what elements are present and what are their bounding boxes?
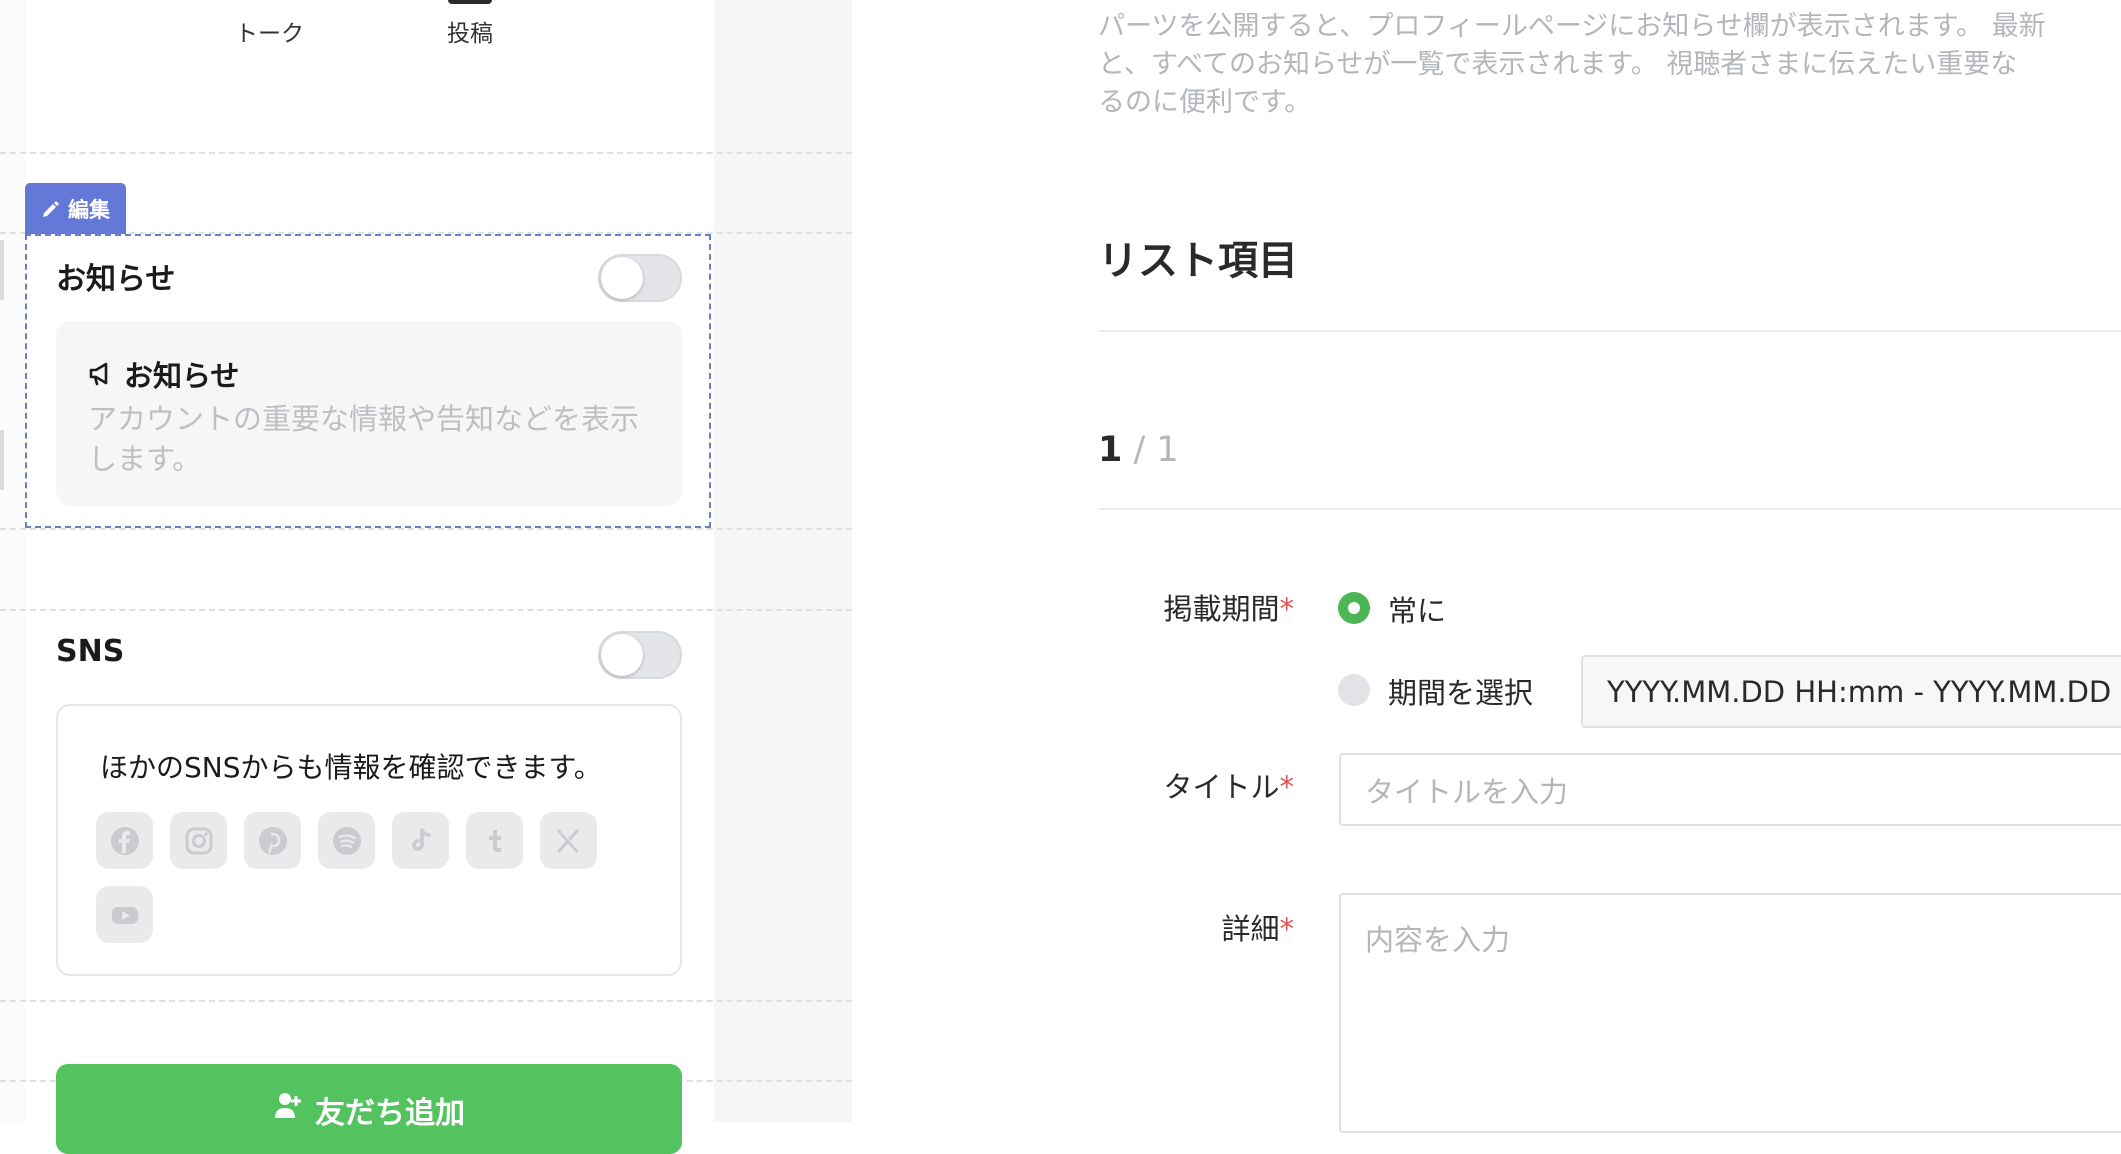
pager-current: 1 xyxy=(1098,430,1123,470)
nav-post-label[interactable]: 投稿 xyxy=(447,14,493,48)
x-icon xyxy=(540,812,597,869)
divider xyxy=(1098,330,2121,332)
sns-card-text: ほかのSNSからも情報を確認できます。 xyxy=(100,751,602,784)
tumblr-icon xyxy=(466,812,523,869)
toggle-knob xyxy=(601,634,643,676)
toggle-knob xyxy=(601,257,643,299)
notice-card-title: お知らせ xyxy=(124,359,240,393)
required-mark: * xyxy=(1279,770,1295,804)
scroll-marker xyxy=(0,240,4,300)
youtube-icon xyxy=(96,886,153,943)
megaphone-icon xyxy=(89,362,108,386)
section-divider xyxy=(0,528,852,530)
title-input[interactable]: タイトルを入力 xyxy=(1339,753,2121,826)
period-always-radio[interactable] xyxy=(1338,592,1370,624)
required-mark: * xyxy=(1279,912,1295,946)
edit-button[interactable]: 編集 xyxy=(25,183,126,234)
divider xyxy=(1098,508,2121,510)
sns-toggle[interactable] xyxy=(598,631,682,679)
add-friend-button[interactable]: 友だち追加 xyxy=(56,1064,682,1154)
description-line: るのに便利です。 xyxy=(1098,87,1312,118)
talk-icon xyxy=(240,0,270,6)
tiktok-icon xyxy=(392,812,449,869)
notice-card-description: アカウントの重要な情報や告知などを表示します。 xyxy=(88,402,640,476)
section-divider xyxy=(0,609,852,611)
period-label-text: 掲載期間 xyxy=(1163,592,1280,626)
sns-section-title: SNS xyxy=(56,634,125,669)
instagram-icon xyxy=(170,812,227,869)
section-divider xyxy=(0,1000,852,1002)
sns-preview-card: ほかのSNSからも情報を確認できます。 xyxy=(56,704,682,976)
notice-preview-card: お知らせ アカウントの重要な情報や告知などを表示します。 xyxy=(56,321,682,506)
detail-label-text: 詳細 xyxy=(1221,912,1280,946)
facebook-icon xyxy=(96,812,153,869)
post-icon xyxy=(448,0,492,4)
period-range-input[interactable]: YYYY.MM.DD HH:mm - YYYY.MM.DD HH:mm xyxy=(1581,655,2121,728)
detail-textarea[interactable]: 内容を入力 xyxy=(1339,893,2121,1133)
notice-toggle[interactable] xyxy=(598,254,682,302)
preview-edge xyxy=(0,0,26,1122)
spotify-icon xyxy=(318,812,375,869)
add-friend-icon xyxy=(275,1093,301,1118)
pager-total: / 1 xyxy=(1122,430,1179,470)
nav-talk-label[interactable]: トーク xyxy=(235,14,304,48)
period-select-label[interactable]: 期間を選択 xyxy=(1388,670,1533,712)
period-always-label[interactable]: 常に xyxy=(1388,588,1446,630)
title-label: タイトル* xyxy=(1094,764,1294,806)
item-pager: 1 / 1 xyxy=(1098,430,1179,470)
add-friend-label: 友だち追加 xyxy=(315,1096,465,1131)
pinterest-icon xyxy=(244,812,301,869)
title-label-text: タイトル xyxy=(1163,770,1280,804)
list-items-heading: リスト項目 xyxy=(1098,238,1298,284)
notice-card-header: お知らせ xyxy=(88,353,239,395)
required-mark: * xyxy=(1279,592,1295,626)
description-line: と、すべてのお知らせが一覧で表示されます。 視聴者さまに伝えたい重要な xyxy=(1098,49,2018,80)
part-description: パーツを公開すると、プロフィールページにお知らせ欄が表示されます。 最新 と、す… xyxy=(1098,8,2121,122)
period-label: 掲載期間* xyxy=(1094,586,1294,628)
detail-label: 詳細* xyxy=(1094,906,1294,948)
pencil-icon xyxy=(43,200,59,217)
section-divider xyxy=(0,152,852,154)
scroll-marker xyxy=(0,430,4,490)
notice-section-title: お知らせ xyxy=(56,262,176,297)
edit-button-label: 編集 xyxy=(68,197,110,222)
description-line: パーツを公開すると、プロフィールページにお知らせ欄が表示されます。 最新 xyxy=(1098,11,2046,42)
period-select-radio[interactable] xyxy=(1338,674,1370,706)
